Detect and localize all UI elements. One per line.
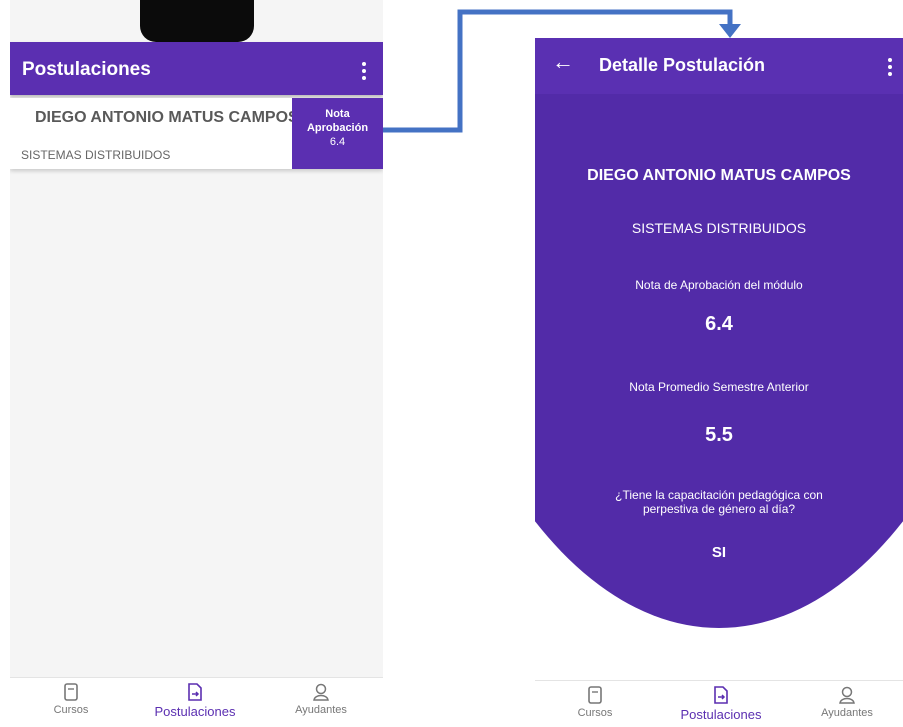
document-arrow-icon <box>188 683 202 701</box>
detail-hero: ← Detalle Postulación DIEGO ANTONIO MATU… <box>535 38 903 628</box>
average-grade-label: Nota Promedio Semestre Anterior <box>629 380 809 394</box>
course-name: SISTEMAS DISTRIBUIDOS <box>631 220 807 236</box>
nav-label-postulaciones: Postulaciones <box>680 707 762 722</box>
training-question: ¿Tiene la capacitación pedagógica con pe… <box>535 488 903 516</box>
person-icon <box>839 686 855 704</box>
book-icon <box>588 686 602 704</box>
document-arrow-icon <box>714 686 728 704</box>
training-answer: SI <box>711 544 727 561</box>
nav-item-ayudantes[interactable]: Ayudantes <box>266 682 376 716</box>
approval-grade-label: Nota de Aprobación del módulo <box>635 278 803 292</box>
more-options-icon[interactable] <box>362 62 366 83</box>
badge-value: 6.4 <box>329 136 346 148</box>
training-question-line2: perpestiva de género al día? <box>642 502 796 516</box>
nav-item-cursos[interactable]: Cursos <box>540 685 650 719</box>
more-options-icon[interactable] <box>888 58 892 79</box>
back-arrow-icon[interactable]: ← <box>552 51 574 73</box>
postulacion-card[interactable]: DIEGO ANTONIO MATUS CAMPOS SISTEMAS DIST… <box>10 98 383 169</box>
badge-label-line1: Nota <box>325 108 350 120</box>
applicant-name: DIEGO ANTONIO MATUS CAMPOS <box>35 109 299 126</box>
postulaciones-screen: Postulaciones DIEGO ANTONIO MATUS CAMPOS… <box>10 0 383 722</box>
applicant-name: DIEGO ANTONIO MATUS CAMPOS <box>587 167 851 184</box>
bottom-navigation: Cursos Postulaciones Ayudantes <box>535 680 903 725</box>
phone-notch <box>140 0 254 42</box>
nav-item-cursos[interactable]: Cursos <box>16 682 126 716</box>
detalle-postulacion-screen: ← Detalle Postulación DIEGO ANTONIO MATU… <box>535 38 903 725</box>
person-icon <box>313 683 329 701</box>
screen-title: Postulaciones <box>22 59 151 80</box>
screen-title: Detalle Postulación <box>599 55 766 75</box>
nav-label-ayudantes: Ayudantes <box>821 707 873 719</box>
nav-item-ayudantes[interactable]: Ayudantes <box>792 685 902 719</box>
book-icon <box>64 683 78 701</box>
nav-label-ayudantes: Ayudantes <box>295 704 347 716</box>
nav-item-postulaciones[interactable]: Postulaciones <box>140 682 250 719</box>
app-bar: Postulaciones <box>10 42 383 95</box>
bottom-navigation: Cursos Postulaciones Ayudantes <box>10 677 383 722</box>
nav-item-postulaciones[interactable]: Postulaciones <box>666 685 776 722</box>
badge-label-line2: Aprobación <box>306 122 369 134</box>
nav-label-postulaciones: Postulaciones <box>154 704 236 719</box>
nav-label-cursos: Cursos <box>53 704 89 716</box>
training-question-line1: ¿Tiene la capacitación pedagógica con <box>615 488 823 502</box>
average-grade-value: 5.5 <box>705 424 733 446</box>
grade-badge: Nota Aprobación 6.4 <box>292 98 383 169</box>
approval-grade-value: 6.4 <box>705 313 733 335</box>
course-name: SISTEMAS DISTRIBUIDOS <box>21 148 171 162</box>
nav-label-cursos: Cursos <box>577 707 613 719</box>
app-bar: ← Detalle Postulación <box>535 38 903 94</box>
